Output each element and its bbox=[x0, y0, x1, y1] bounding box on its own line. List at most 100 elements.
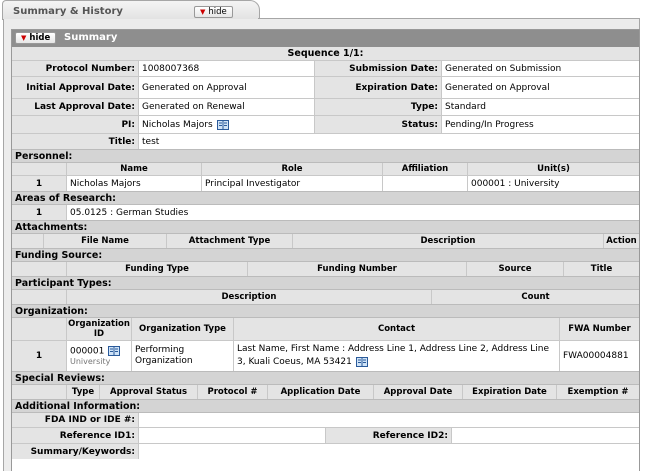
row-num-header bbox=[12, 385, 67, 399]
fda-value bbox=[139, 413, 639, 427]
col-organization-type: Organization Type bbox=[132, 318, 234, 340]
status-value: Pending/In Progress bbox=[442, 116, 639, 133]
summary-header: ▼ hide Summary bbox=[12, 30, 639, 47]
row-number: 1 bbox=[12, 205, 67, 220]
summary-title: Summary bbox=[64, 32, 118, 43]
organization-id-sub: University bbox=[70, 356, 111, 366]
col-role: Role bbox=[202, 163, 383, 175]
special-reviews-section: Special Reviews: bbox=[12, 371, 639, 385]
col-application-date: Application Date bbox=[268, 385, 374, 399]
row-number: 1 bbox=[12, 176, 67, 191]
additional-row: FDA IND or IDE #: bbox=[12, 413, 639, 428]
title-label: Title: bbox=[12, 134, 139, 149]
research-area: 05.0125 : German Studies bbox=[67, 205, 639, 220]
submission-date-value: Generated on Submission bbox=[442, 61, 639, 76]
submission-date-label: Submission Date: bbox=[315, 61, 442, 76]
col-fwa-number: FWA Number bbox=[560, 318, 639, 340]
initial-approval-value: Generated on Approval bbox=[139, 77, 315, 98]
keywords-value bbox=[139, 444, 639, 459]
participants-header-row: Description Count bbox=[12, 290, 639, 304]
col-description: Description bbox=[67, 290, 432, 304]
triangle-down-icon: ▼ bbox=[21, 34, 27, 42]
additional-info-section: Additional Information: bbox=[12, 399, 639, 413]
tab-panel: ▼ hide Summary Sequence 1/1: Protocol Num… bbox=[3, 19, 640, 471]
col-units: Unit(s) bbox=[468, 163, 639, 175]
col-name: Name bbox=[67, 163, 202, 175]
book-icon[interactable] bbox=[356, 357, 368, 367]
personnel-header-row: Name Role Affiliation Unit(s) bbox=[12, 163, 639, 176]
person-affiliation bbox=[383, 176, 468, 191]
last-approval-value: Generated on Renewal bbox=[139, 99, 315, 115]
col-title: Title bbox=[564, 262, 639, 276]
summary-row: Last Approval Date: Generated on Renewal… bbox=[12, 99, 639, 116]
sequence-label: Sequence 1/1: bbox=[12, 47, 639, 61]
book-icon[interactable] bbox=[217, 120, 229, 130]
col-description: Description bbox=[293, 234, 604, 248]
summary-row: Title: test bbox=[12, 134, 639, 149]
summary-panel: ▼ hide Summary Sequence 1/1: Protocol Num… bbox=[11, 29, 640, 471]
col-approval-status: Approval Status bbox=[100, 385, 198, 399]
book-icon[interactable] bbox=[108, 346, 120, 356]
organization-id: 000001 bbox=[70, 346, 105, 357]
col-attachment-type: Attachment Type bbox=[167, 234, 293, 248]
tab-hide-button[interactable]: ▼ hide bbox=[194, 6, 233, 18]
row-num-header bbox=[12, 318, 67, 340]
organization-header-row: Organization ID Organization Type Contac… bbox=[12, 318, 639, 341]
organization-contact-cell: Last Name, First Name : Address Line 1, … bbox=[234, 341, 560, 371]
protocol-number-value: 1008007368 bbox=[139, 61, 315, 76]
col-organization-id: Organization ID bbox=[67, 318, 132, 340]
col-count: Count bbox=[432, 290, 639, 304]
funding-header-row: Funding Type Funding Number Source Title bbox=[12, 262, 639, 276]
col-funding-type: Funding Type bbox=[67, 262, 248, 276]
pi-label: PI: bbox=[12, 116, 139, 133]
col-action: Action bbox=[604, 234, 639, 248]
expiration-date-label: Expiration Date: bbox=[315, 77, 442, 98]
type-value: Standard bbox=[442, 99, 639, 115]
organization-id-line: 000001 bbox=[70, 346, 120, 357]
initial-approval-label: Initial Approval Date: bbox=[12, 77, 139, 98]
col-protocol-number: Protocol # bbox=[198, 385, 268, 399]
fwa-number: FWA00004881 bbox=[560, 341, 639, 371]
organization-type: Performing Organization bbox=[132, 341, 234, 371]
person-name: Nicholas Majors bbox=[67, 176, 202, 191]
attachments-section: Attachments: bbox=[12, 220, 639, 234]
research-section: Areas of Research: bbox=[12, 191, 639, 205]
row-num-header bbox=[12, 262, 67, 276]
col-type: Type bbox=[67, 385, 100, 399]
participants-section: Participant Types: bbox=[12, 276, 639, 290]
table-row: 1 05.0125 : German Studies bbox=[12, 205, 639, 220]
organization-id-cell: 000001 University bbox=[67, 341, 132, 371]
row-number: 1 bbox=[12, 341, 67, 371]
title-value: test bbox=[139, 134, 639, 149]
col-source: Source bbox=[467, 262, 564, 276]
additional-row: Reference ID1: Reference ID2: bbox=[12, 428, 639, 444]
summary-row: Protocol Number: 1008007368 Submission D… bbox=[12, 61, 639, 77]
reference-id1-label: Reference ID1: bbox=[12, 428, 139, 443]
col-approval-date: Approval Date bbox=[374, 385, 463, 399]
summary-hide-button[interactable]: ▼ hide bbox=[15, 32, 57, 44]
reference-id2-label: Reference ID2: bbox=[326, 428, 452, 443]
protocol-number-label: Protocol Number: bbox=[12, 61, 139, 76]
col-affiliation: Affiliation bbox=[383, 163, 468, 175]
personnel-section: Personnel: bbox=[12, 149, 639, 163]
summary-row: Initial Approval Date: Generated on Appr… bbox=[12, 77, 639, 99]
reference-id2-value bbox=[452, 428, 639, 443]
type-label: Type: bbox=[315, 99, 442, 115]
person-role: Principal Investigator bbox=[202, 176, 383, 191]
row-num-header bbox=[12, 163, 67, 175]
keywords-label: Summary/Keywords: bbox=[12, 444, 139, 459]
table-row: 1 000001 University Performing Organizat… bbox=[12, 341, 639, 371]
fda-label: FDA IND or IDE #: bbox=[12, 413, 139, 427]
person-unit: 000001 : University bbox=[468, 176, 639, 191]
triangle-down-icon: ▼ bbox=[200, 8, 206, 16]
attachments-header-row: File Name Attachment Type Description Ac… bbox=[12, 234, 639, 248]
additional-row: Summary/Keywords: bbox=[12, 444, 639, 459]
col-expiration-date: Expiration Date bbox=[463, 385, 557, 399]
reference-id1-value bbox=[139, 428, 326, 443]
special-reviews-header-row: Type Approval Status Protocol # Applicat… bbox=[12, 385, 639, 399]
organization-section: Organization: bbox=[12, 304, 639, 318]
funding-section: Funding Source: bbox=[12, 248, 639, 262]
col-exemption-number: Exemption # bbox=[557, 385, 639, 399]
summary-row: PI: Nicholas Majors Status: Pending/In P… bbox=[12, 116, 639, 134]
row-num-header bbox=[12, 290, 67, 304]
